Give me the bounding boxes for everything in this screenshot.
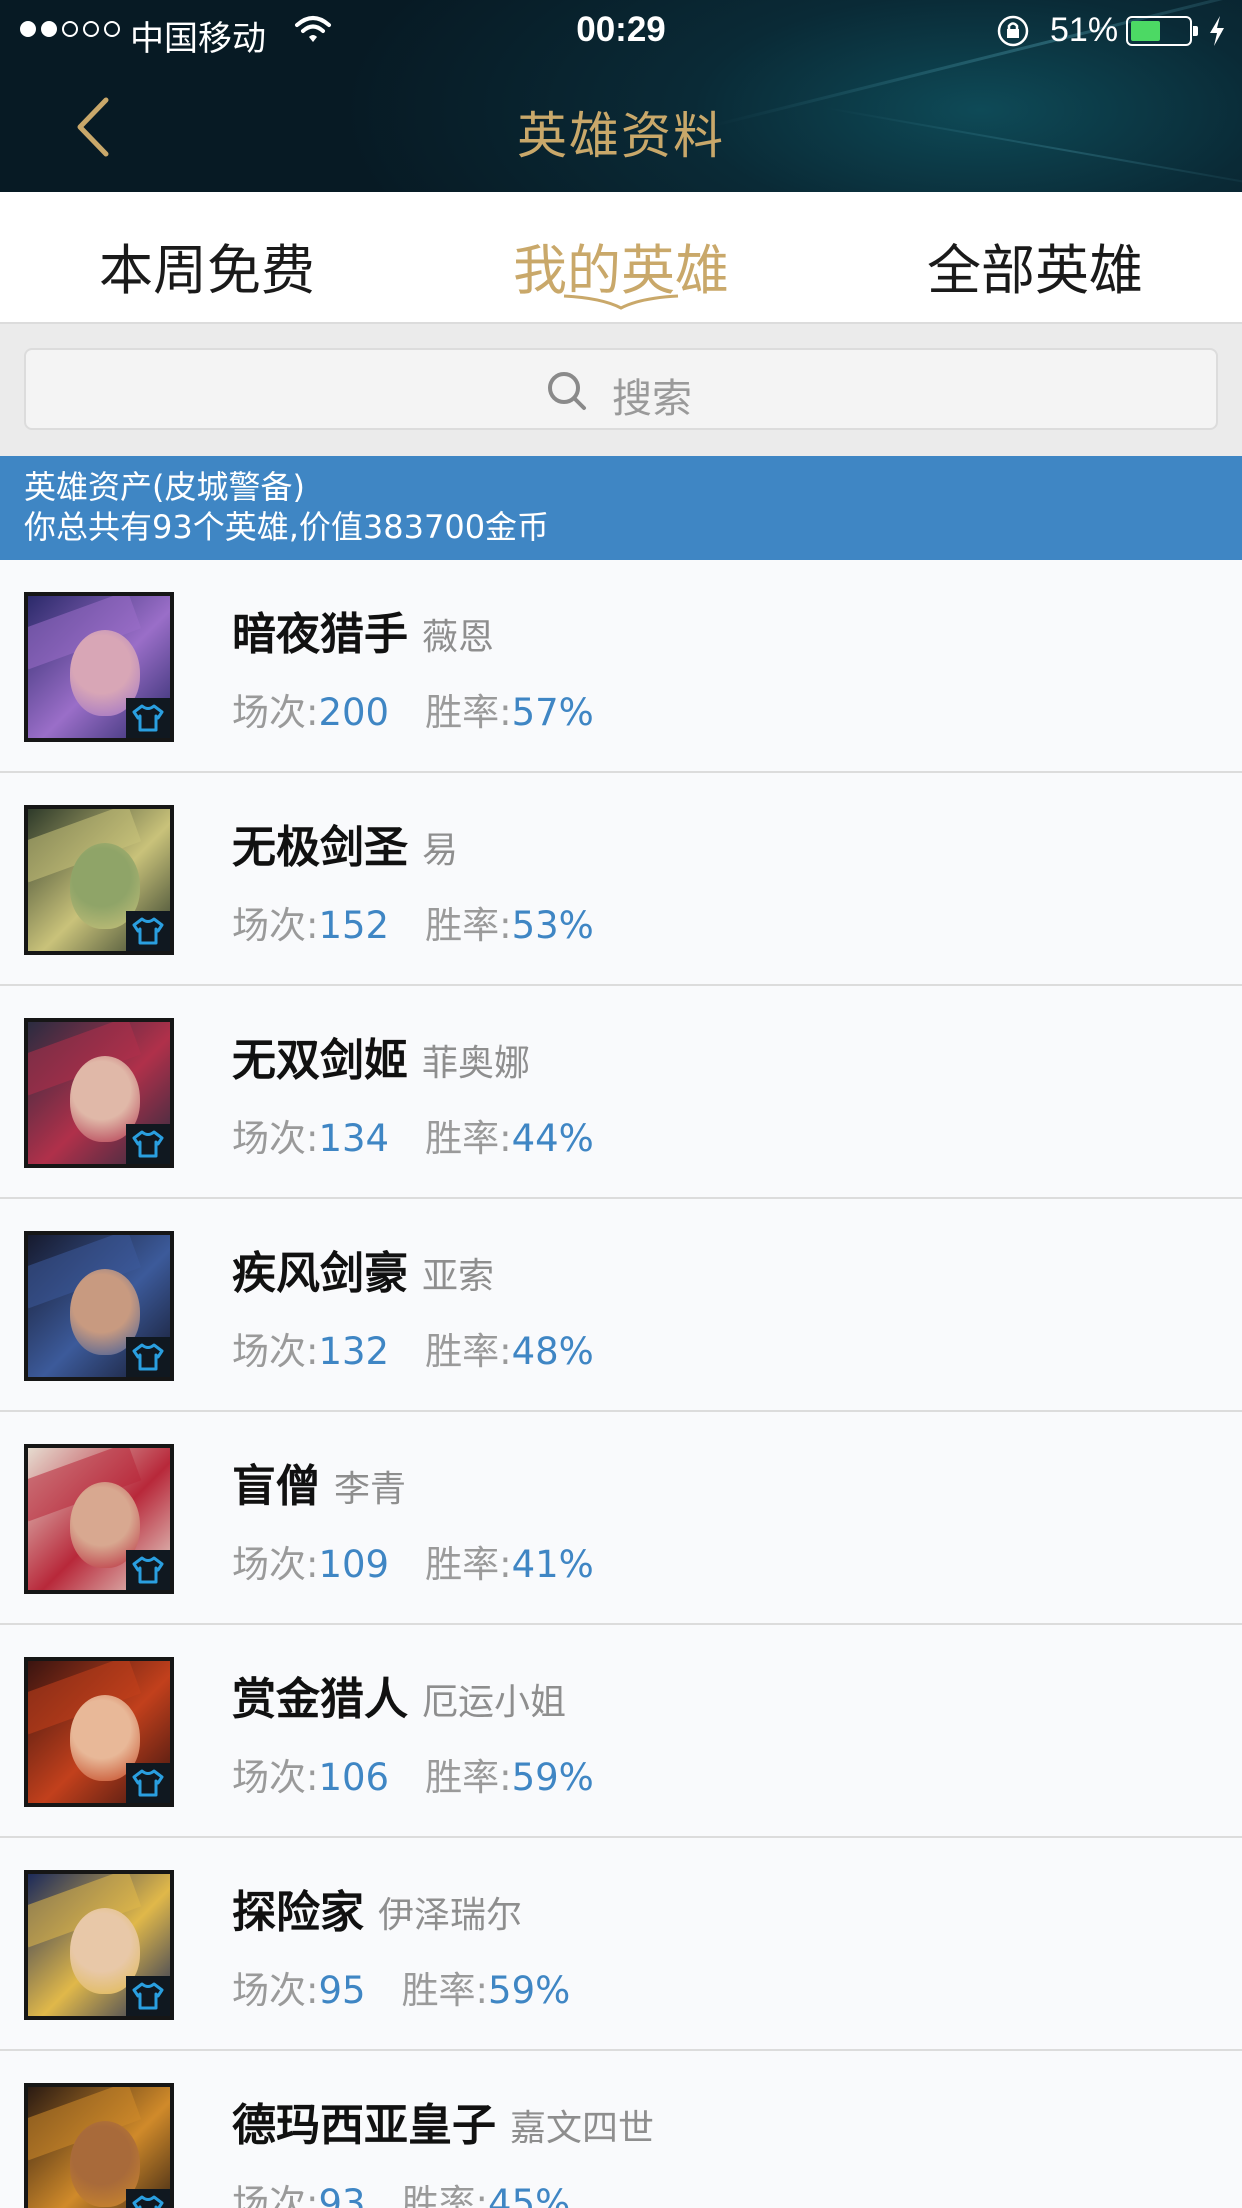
search-input[interactable]: 搜索 [24, 348, 1218, 430]
winrate-label: 胜率: [425, 904, 512, 947]
hero-name: 厄运小姐 [422, 1682, 567, 1723]
hero-avatar [24, 592, 174, 742]
winrate-label: 胜率: [425, 1756, 512, 1799]
hero-avatar [24, 1657, 174, 1807]
hero-avatar [24, 1444, 174, 1594]
tab-all-heroes[interactable]: 全部英雄 [828, 226, 1242, 305]
hero-title: 德玛西亚皇子 [232, 2100, 496, 2151]
hero-stats: 场次:134 胜率:44% [232, 1108, 594, 1162]
hero-stats: 场次:132 胜率:48% [232, 1321, 594, 1375]
hero-title: 盲僧 [232, 1461, 320, 1512]
hero-row[interactable]: 盲僧 李青 场次:109 胜率:41% [0, 1412, 1242, 1625]
winrate-label: 胜率: [425, 1117, 512, 1160]
skin-icon [126, 1337, 170, 1377]
hero-assets-banner: 英雄资产(皮城警备) 你总共有93个英雄,价值383700金币 [0, 456, 1242, 560]
games-count: 132 [318, 1330, 390, 1373]
games-count: 106 [318, 1756, 390, 1799]
games-count: 109 [318, 1543, 390, 1586]
active-tab-indicator [563, 294, 679, 310]
winrate-label: 胜率: [425, 1543, 512, 1586]
skin-icon [126, 1763, 170, 1803]
winrate-value: 41% [511, 1543, 594, 1586]
search-placeholder: 搜索 [612, 376, 692, 422]
hero-name: 亚索 [422, 1256, 495, 1297]
banner-title: 英雄资产(皮城警备) [24, 468, 305, 506]
tab-free-this-week[interactable]: 本周免费 [0, 226, 414, 305]
winrate-label: 胜率: [425, 1330, 512, 1373]
skin-icon [126, 1124, 170, 1164]
hero-stats: 场次:152 胜率:53% [232, 895, 594, 949]
banner-summary: 你总共有93个英雄,价值383700金币 [24, 508, 550, 546]
skin-icon [126, 698, 170, 738]
hero-name: 伊泽瑞尔 [378, 1895, 523, 1936]
battery-percent: 51% [1050, 11, 1119, 49]
search-icon [548, 372, 586, 410]
games-label: 场次: [232, 904, 319, 947]
winrate-value: 45% [488, 2182, 571, 2208]
tab-bar: 本周免费 我的英雄 全部英雄 [0, 192, 1242, 324]
search-area: 搜索 [0, 324, 1242, 456]
winrate-value: 57% [511, 691, 594, 734]
hero-avatar [24, 2083, 174, 2208]
winrate-value: 44% [511, 1117, 594, 1160]
hero-stats: 场次:200 胜率:57% [232, 682, 594, 736]
hero-stats: 场次:106 胜率:59% [232, 1747, 594, 1801]
hero-row[interactable]: 探险家 伊泽瑞尔场次:95 胜率:59% [0, 1838, 1242, 2051]
hero-row[interactable]: 德玛西亚皇子 嘉文四世场次:93 胜率:45% [0, 2051, 1242, 2208]
hero-avatar [24, 805, 174, 955]
games-label: 场次: [232, 691, 319, 734]
games-label: 场次: [232, 1543, 319, 1586]
hero-row[interactable]: 无极剑圣易场次:152 胜率:53% [0, 773, 1242, 986]
skin-icon [126, 1976, 170, 2016]
hero-name: 菲奥娜 [422, 1043, 531, 1084]
games-label: 场次: [232, 1117, 319, 1160]
winrate-label: 胜率: [401, 2182, 489, 2208]
hero-name: 易 [422, 830, 459, 871]
games-label: 场次: [232, 1756, 319, 1799]
skin-icon [126, 1550, 170, 1590]
hero-name: 李青 [334, 1469, 407, 1510]
hero-title: 赏金猎人 [232, 1674, 408, 1725]
skin-icon [126, 911, 170, 951]
hero-title: 暗夜猎手 [232, 609, 408, 660]
games-count: 152 [318, 904, 390, 947]
hero-row[interactable]: 无双剑姬 菲奥娜场次:134 胜率:44% [0, 986, 1242, 1199]
hero-stats: 场次:109 胜率:41% [232, 1534, 594, 1588]
games-count: 200 [318, 691, 390, 734]
winrate-value: 59% [488, 1969, 571, 2012]
games-count: 134 [318, 1117, 390, 1160]
hero-title: 无双剑姬 [232, 1035, 408, 1086]
hero-row[interactable]: 赏金猎人 厄运小姐场次:106 胜率:59% [0, 1625, 1242, 1838]
hero-row[interactable]: 暗夜猎手 薇恩场次:200 胜率:57% [0, 560, 1242, 773]
games-label: 场次: [232, 1969, 319, 2012]
skin-icon [126, 2189, 170, 2208]
status-bar: 中国移动 00:29 51% [0, 0, 1242, 60]
rotation-lock-icon [997, 15, 1029, 47]
hero-avatar [24, 1870, 174, 2020]
winrate-value: 48% [511, 1330, 594, 1373]
hero-title: 疾风剑豪 [232, 1248, 408, 1299]
header: 中国移动 00:29 51% 英雄资料 [0, 0, 1242, 192]
hero-name: 薇恩 [422, 617, 495, 658]
winrate-label: 胜率: [401, 1969, 489, 2012]
games-count: 93 [318, 2182, 366, 2208]
hero-row[interactable]: 疾风剑豪 亚索场次:132 胜率:48% [0, 1199, 1242, 1412]
hero-stats: 场次:95 胜率:59% [232, 1960, 570, 2014]
winrate-value: 53% [511, 904, 594, 947]
games-label: 场次: [232, 2182, 319, 2208]
games-label: 场次: [232, 1330, 319, 1373]
games-count: 95 [318, 1969, 366, 2012]
hero-title: 探险家 [232, 1887, 364, 1938]
charging-icon [1210, 16, 1224, 46]
battery-icon [1126, 16, 1198, 46]
hero-list: 暗夜猎手 薇恩 场次:200 胜率:57% 无极剑圣易场次:152 胜率:53% 无双剑姬菲… [0, 560, 1242, 2208]
hero-name: 嘉文四世 [510, 2108, 655, 2149]
hero-title: 无极剑圣 [232, 822, 408, 873]
hero-stats: 场次:93 胜率:45% [232, 2173, 570, 2208]
winrate-label: 胜率: [425, 691, 512, 734]
page-title: 英雄资料 [517, 107, 725, 165]
hero-avatar [24, 1018, 174, 1168]
hero-avatar [24, 1231, 174, 1381]
winrate-value: 59% [511, 1756, 594, 1799]
